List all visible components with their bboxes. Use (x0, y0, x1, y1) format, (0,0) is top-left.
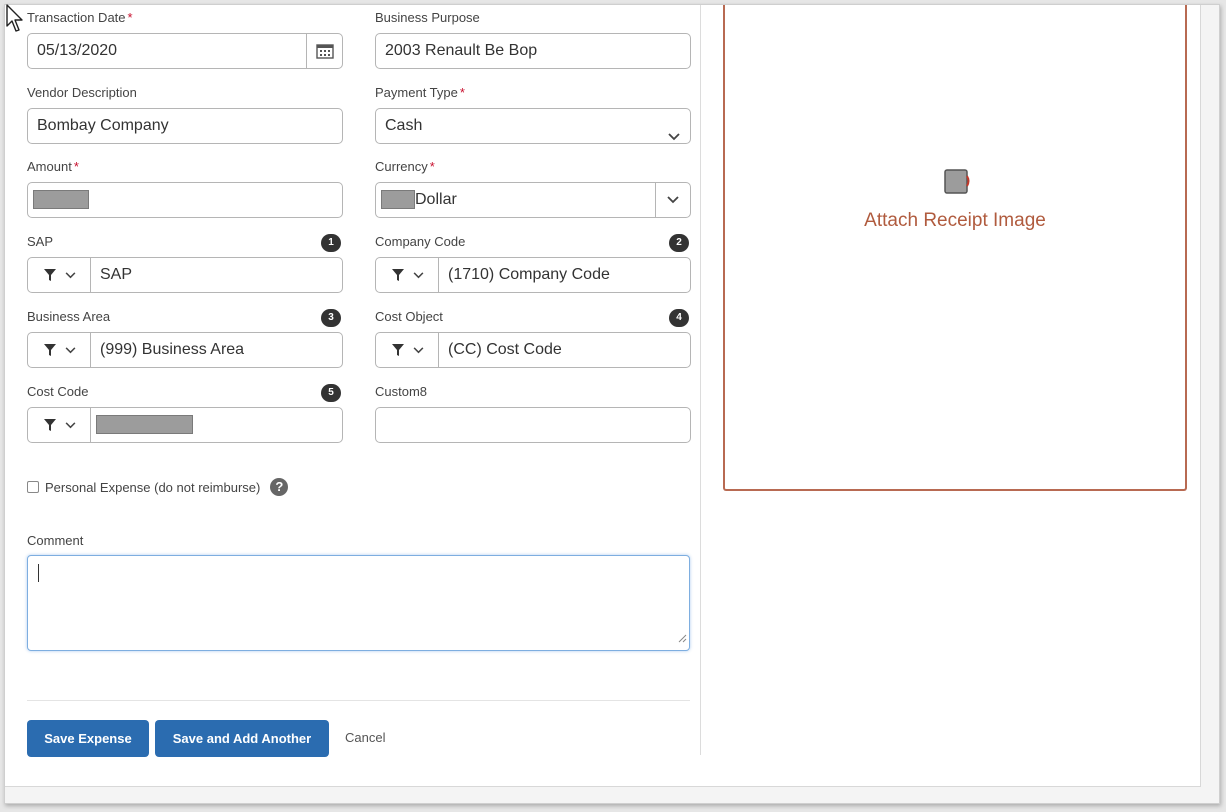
comment-textarea[interactable] (27, 555, 690, 651)
personal-expense-checkbox[interactable] (27, 481, 39, 493)
text-caret (38, 564, 39, 582)
payment-type-value: Cash (385, 117, 423, 134)
required-marker: * (429, 159, 435, 174)
vendor-description-input[interactable]: Bombay Company (27, 108, 343, 144)
cost-object-badge: 4 (669, 309, 689, 327)
business-area-label: Business Area (27, 309, 111, 324)
business-area-badge: 3 (321, 309, 341, 327)
custom8-label: Custom8 (375, 384, 428, 399)
business-area-filter-button[interactable] (28, 333, 91, 367)
cost-code-input[interactable] (27, 407, 343, 443)
company-code-field: Company Code 2 (1710) Company Code (375, 234, 691, 294)
expense-form-panel: Transaction Date * 05/13/2020 Business Pu… (5, 5, 1201, 787)
chevron-down-icon (413, 346, 423, 353)
chevron-down-icon (65, 271, 75, 278)
vendor-description-label: Vendor Description (27, 85, 137, 100)
cost-object-field: Cost Object 4 (CC) Cost Code (375, 309, 691, 369)
filter-icon (43, 344, 56, 356)
calendar-icon[interactable] (306, 34, 342, 68)
sap-badge: 1 (321, 234, 341, 252)
business-purpose-label: Business Purpose (375, 10, 480, 25)
company-code-input[interactable]: (1710) Company Code (375, 257, 691, 293)
vendor-description-field: Vendor Description Bombay Company (27, 85, 343, 145)
sap-filter-button[interactable] (28, 258, 91, 292)
currency-field: Currency * Dollar (375, 159, 691, 219)
transaction-date-value: 05/13/2020 (37, 42, 118, 59)
custom8-input[interactable] (375, 407, 691, 443)
filter-icon (391, 344, 404, 356)
cost-code-filter-button[interactable] (28, 408, 91, 442)
sap-input[interactable]: SAP (27, 257, 343, 293)
filter-icon (43, 269, 56, 281)
redacted-value (33, 190, 89, 210)
vendor-description-value: Bombay Company (37, 117, 169, 134)
currency-select[interactable]: Dollar (375, 182, 691, 218)
personal-expense-label[interactable]: Personal Expense (do not reimburse) (45, 480, 260, 495)
save-and-add-another-button[interactable]: Save and Add Another (155, 720, 329, 757)
transaction-date-label: Transaction Date * (27, 10, 133, 25)
transaction-date-field: Transaction Date * 05/13/2020 (27, 10, 343, 70)
sap-field: SAP 1 SAP (27, 234, 343, 294)
mouse-cursor-icon (6, 4, 26, 39)
company-code-badge: 2 (669, 234, 689, 252)
cost-code-field: Cost Code 5 (27, 384, 343, 444)
chevron-down-icon (65, 346, 75, 353)
redacted-value (96, 415, 193, 435)
company-code-filter-button[interactable] (376, 258, 439, 292)
chevron-down-icon[interactable] (655, 183, 690, 217)
comment-label: Comment (27, 533, 84, 548)
cost-object-label: Cost Object (375, 309, 443, 324)
footer-divider (27, 700, 690, 701)
business-area-input[interactable]: (999) Business Area (27, 332, 343, 368)
currency-label: Currency * (375, 159, 435, 174)
cost-object-input[interactable]: (CC) Cost Code (375, 332, 691, 368)
payment-type-label: Payment Type * (375, 85, 465, 100)
redacted-value (381, 190, 415, 210)
chevron-down-icon (413, 271, 423, 278)
cost-code-value (96, 408, 193, 442)
save-expense-button[interactable]: Save Expense (27, 720, 149, 757)
chevron-down-icon (65, 421, 75, 428)
cost-code-label: Cost Code (27, 384, 89, 399)
currency-value: Dollar (415, 191, 457, 208)
payment-type-field: Payment Type * Cash (375, 85, 691, 145)
cost-object-value: (CC) Cost Code (448, 341, 562, 358)
required-marker: * (459, 85, 465, 100)
business-purpose-value: 2003 Renault Be Bop (385, 42, 538, 59)
sap-value: SAP (100, 266, 133, 283)
business-area-field: Business Area 3 (999) Business Area (27, 309, 343, 369)
business-purpose-input[interactable]: 2003 Renault Be Bop (375, 33, 691, 69)
required-marker: * (127, 10, 133, 25)
attach-receipt-dropzone[interactable]: Attach Receipt Image (723, 5, 1187, 491)
transaction-date-input[interactable]: 05/13/2020 (27, 33, 343, 69)
cost-code-badge: 5 (321, 384, 341, 402)
attach-receipt-label[interactable]: Attach Receipt Image (725, 210, 1185, 232)
resize-handle-icon[interactable] (678, 630, 687, 648)
chevron-down-icon (668, 120, 680, 154)
amount-field: Amount * (27, 159, 343, 219)
sap-label: SAP (27, 234, 54, 249)
amount-label: Amount * (27, 159, 79, 174)
custom8-field: Custom8 (375, 384, 691, 444)
amount-input[interactable] (27, 182, 343, 218)
payment-type-select[interactable]: Cash (375, 108, 691, 144)
filter-icon (391, 269, 404, 281)
business-area-value: (999) Business Area (100, 341, 245, 358)
required-marker: * (73, 159, 79, 174)
business-purpose-field: Business Purpose 2003 Renault Be Bop (375, 10, 691, 70)
cost-object-filter-button[interactable] (376, 333, 439, 367)
help-icon[interactable]: ? (270, 478, 289, 496)
cancel-link[interactable]: Cancel (345, 730, 385, 745)
personal-expense-row: Personal Expense (do not reimburse) ? (27, 478, 289, 496)
company-code-label: Company Code (375, 234, 466, 249)
receipt-icon (943, 169, 971, 200)
filter-icon (43, 419, 56, 431)
column-divider (700, 5, 701, 755)
company-code-value: (1710) Company Code (448, 266, 610, 283)
app-window: Transaction Date * 05/13/2020 Business Pu… (4, 4, 1220, 804)
